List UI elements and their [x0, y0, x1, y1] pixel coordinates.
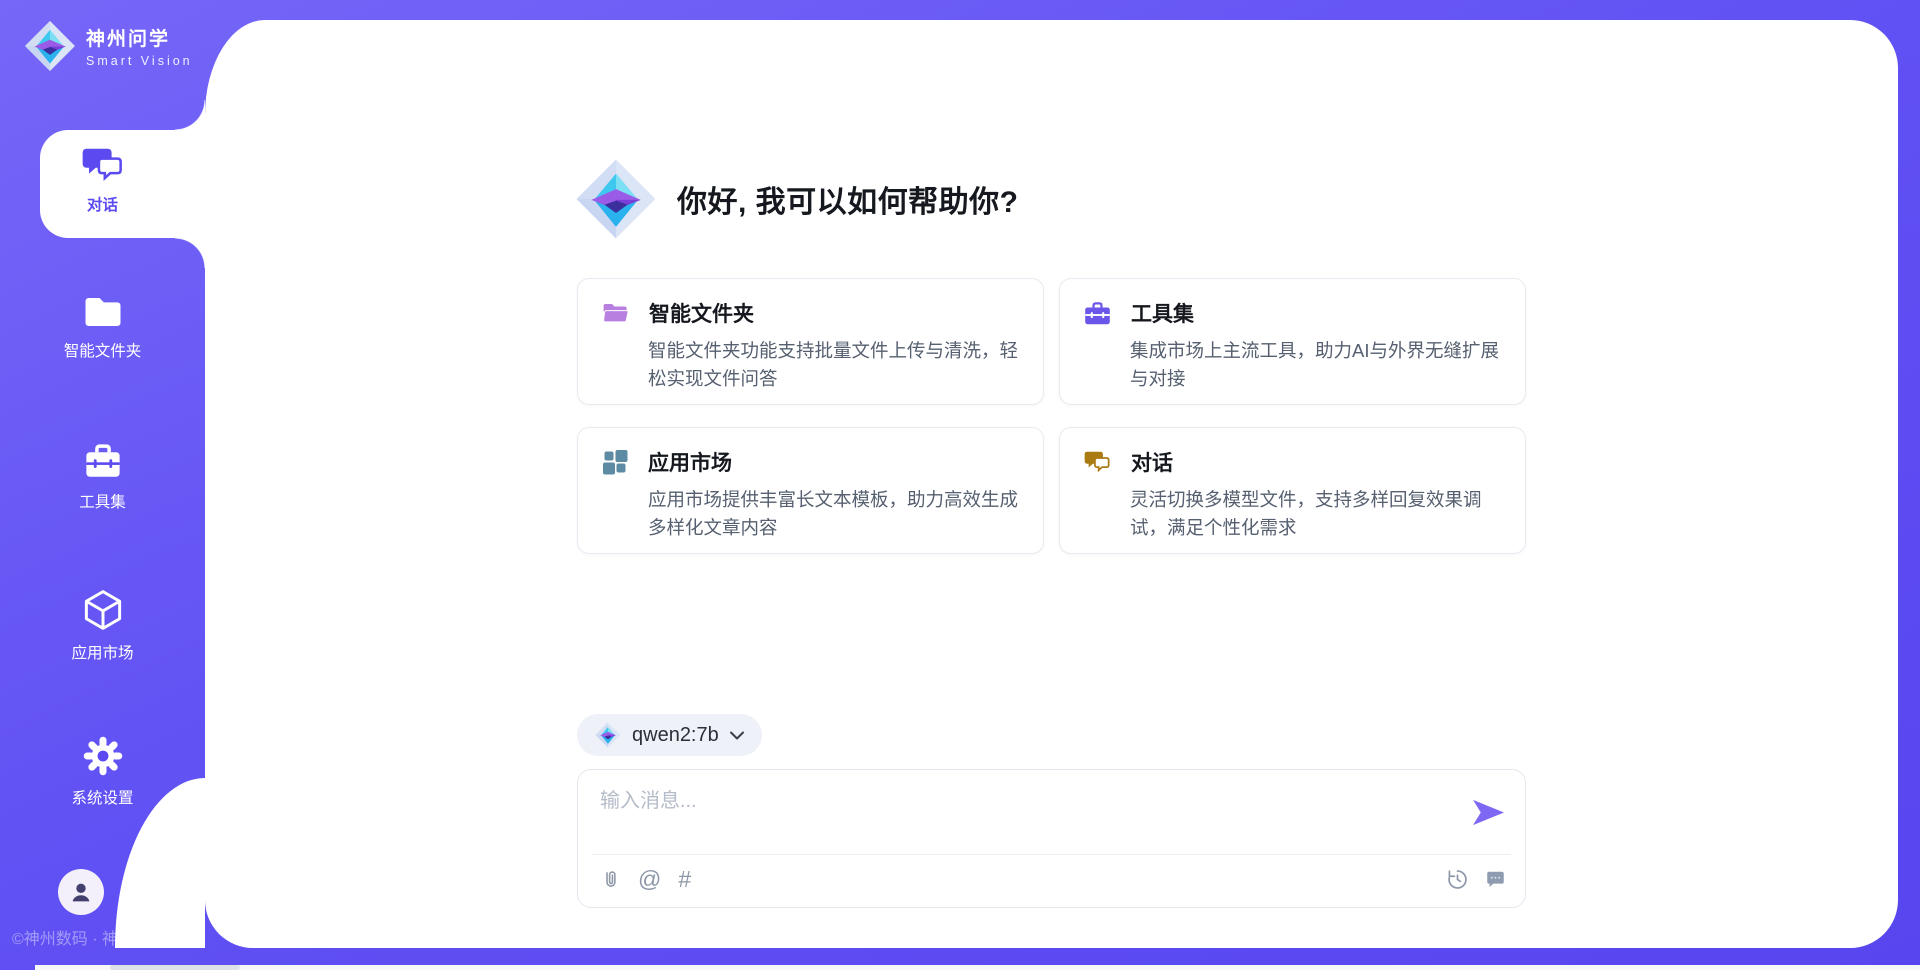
card-title: 工具集 [1131, 298, 1194, 328]
avatar [58, 869, 104, 915]
card-description: 灵活切换多模型文件，支持多样回复效果调试，满足个性化需求 [1130, 486, 1501, 542]
history-button[interactable] [1446, 868, 1469, 891]
folder-open-icon [602, 301, 629, 325]
sidebar-item-label: 应用市场 [71, 641, 133, 663]
feedback-button[interactable] [1484, 869, 1507, 891]
composer-divider [592, 854, 1511, 855]
paperclip-icon [600, 868, 621, 891]
briefcase-icon [1084, 301, 1111, 326]
model-selector[interactable]: qwen2:7b [577, 714, 762, 756]
cube-icon [82, 588, 124, 632]
greeting-title: 你好, 我可以如何帮助你? [677, 177, 1019, 221]
chevron-down-icon [730, 731, 744, 740]
app-window: 神州问学 Smart Vision 对话 智能文件夹 [0, 0, 1920, 970]
assistant-diamond-icon [575, 158, 657, 240]
hashtag-icon[interactable]: # [678, 868, 691, 891]
sidebar-item-app-market[interactable]: 应用市场 [0, 588, 205, 663]
sidebar-item-label: 工具集 [79, 490, 126, 512]
card-description: 应用市场提供丰富长文本模板，助力高效生成多样化文章内容 [648, 486, 1019, 542]
apps-grid-icon [602, 449, 628, 475]
folder-icon [82, 294, 124, 330]
card-smart-folders[interactable]: 智能文件夹 智能文件夹功能支持批量文件上传与清洗，轻松实现文件问答 [577, 278, 1044, 405]
user-profile[interactable]: AD [58, 869, 147, 915]
sidebar-item-smart-folders[interactable]: 智能文件夹 [0, 294, 205, 361]
gear-icon [82, 735, 124, 777]
sidebar-item-settings[interactable]: 系统设置 [0, 735, 205, 808]
brand-subtitle: Smart Vision [86, 54, 193, 68]
message-input[interactable] [600, 784, 1450, 844]
copyright-text: ©神州数码 · 神州问学出品 [12, 925, 202, 949]
sidebar-item-label: 智能文件夹 [64, 339, 142, 361]
brand-diamond-icon [24, 20, 76, 72]
sidebar: 神州问学 Smart Vision 对话 智能文件夹 [0, 0, 205, 970]
scrollbar-thumb[interactable] [110, 965, 240, 970]
send-icon [1472, 798, 1505, 827]
brand-logo: 神州问学 Smart Vision [24, 20, 193, 72]
brand-name: 神州问学 [86, 24, 193, 51]
sidebar-item-label: 对话 [87, 193, 118, 215]
send-button[interactable] [1472, 798, 1505, 827]
card-app-market[interactable]: 应用市场 应用市场提供丰富长文本模板，助力高效生成多样化文章内容 [577, 427, 1044, 554]
card-chat[interactable]: 对话 灵活切换多模型文件，支持多样回复效果调试，满足个性化需求 [1059, 427, 1526, 554]
card-description: 智能文件夹功能支持批量文件上传与清洗，轻松实现文件问答 [648, 337, 1019, 393]
briefcase-icon [82, 441, 124, 481]
mention-icon[interactable]: @ [638, 868, 661, 891]
chat-bubbles-icon [1084, 450, 1111, 474]
person-icon [68, 879, 94, 905]
chat-bubbles-icon [82, 146, 124, 184]
model-name: qwen2:7b [632, 724, 719, 747]
sidebar-item-label: 系统设置 [71, 786, 133, 808]
feature-cards: 智能文件夹 智能文件夹功能支持批量文件上传与清洗，轻松实现文件问答 工具集 集成… [577, 278, 1526, 554]
card-title: 智能文件夹 [649, 298, 754, 328]
feedback-icon [1484, 869, 1507, 891]
model-diamond-icon [595, 722, 621, 748]
greeting-block: 你好, 我可以如何帮助你? [575, 158, 1019, 240]
card-title: 对话 [1131, 447, 1173, 477]
main-panel: 你好, 我可以如何帮助你? 智能文件夹 智能文件夹功能支持批量文件上传与清洗，轻… [205, 20, 1898, 948]
sidebar-item-chat[interactable]: 对话 [0, 146, 205, 215]
message-composer: @ # [577, 769, 1526, 908]
card-toolset[interactable]: 工具集 集成市场上主流工具，助力AI与外界无缝扩展与对接 [1059, 278, 1526, 405]
user-initials: AD [119, 881, 147, 904]
attach-file-button[interactable] [600, 868, 621, 891]
history-icon [1446, 868, 1469, 891]
horizontal-scrollbar[interactable] [35, 965, 1920, 970]
sidebar-item-toolset[interactable]: 工具集 [0, 441, 205, 512]
card-description: 集成市场上主流工具，助力AI与外界无缝扩展与对接 [1130, 337, 1501, 393]
card-title: 应用市场 [648, 447, 732, 477]
